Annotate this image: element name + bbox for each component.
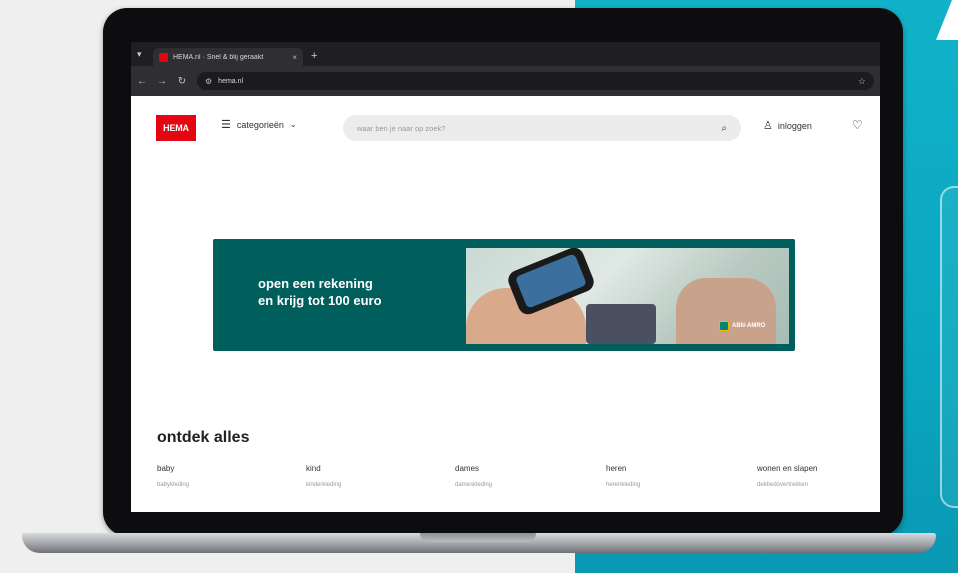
- category-column-wonen: wonen en slapen dekbedovertrekken: [757, 464, 818, 488]
- search-input[interactable]: waar ben je naar op zoek? ⌕: [343, 115, 741, 141]
- subcategory-link[interactable]: dameskleding: [455, 482, 492, 488]
- categories-label: categorieën: [236, 119, 284, 130]
- back-icon[interactable]: ←: [137, 76, 147, 87]
- address-bar: ← → ↻ ⚙ hema.nl ☆: [131, 66, 880, 96]
- hema-page: HEMA ☰ categorieën ⌄ waar ben je naar op…: [131, 96, 880, 512]
- photo-hand-right: [676, 278, 776, 344]
- banner-photo: ABN·AMRO: [466, 248, 789, 344]
- category-column-baby: baby babykleding: [157, 464, 189, 488]
- search-placeholder: waar ben je naar op zoek?: [357, 123, 446, 133]
- login-label: inloggen: [777, 120, 812, 131]
- decorative-card: [940, 186, 958, 508]
- tab-close-icon[interactable]: ×: [292, 53, 297, 62]
- browser-tab[interactable]: HEMA.nl · Snel & blij geraakt ×: [153, 48, 303, 66]
- category-link-heren[interactable]: heren: [606, 464, 640, 473]
- abn-amro-logo: ABN·AMRO: [719, 321, 765, 331]
- tab-title: HEMA.nl · Snel & blij geraakt: [173, 53, 264, 61]
- site-settings-icon[interactable]: ⚙: [205, 77, 212, 86]
- hema-logo[interactable]: HEMA: [156, 115, 196, 141]
- subcategory-link[interactable]: dekbedovertrekken: [757, 482, 818, 488]
- category-link-wonen-en-slapen[interactable]: wonen en slapen: [757, 464, 818, 473]
- categories-button[interactable]: ☰ categorieën ⌄: [221, 118, 297, 131]
- star-icon[interactable]: ☆: [858, 76, 866, 87]
- promo-banner[interactable]: open een rekening en krijg tot 100 euro …: [213, 239, 795, 351]
- user-icon: ♙: [763, 120, 773, 132]
- banner-line-2: en krijg tot 100 euro: [258, 293, 382, 308]
- site-header: HEMA ☰ categorieën ⌄ waar ben je naar op…: [131, 96, 880, 158]
- banner-text: open een rekening en krijg tot 100 euro: [258, 275, 382, 309]
- photo-payment-terminal: [586, 304, 656, 344]
- category-column-kind: kind kinderkleding: [306, 464, 341, 488]
- category-link-kind[interactable]: kind: [306, 464, 341, 473]
- url-text: hema.nl: [218, 77, 244, 85]
- photo-phone-screen: [514, 253, 588, 309]
- window-menu-icon[interactable]: ▾: [137, 50, 145, 59]
- search-icon[interactable]: ⌕: [721, 123, 727, 134]
- browser-tab-bar: ▾ HEMA.nl · Snel & blij geraakt × +: [131, 42, 880, 66]
- subcategory-link[interactable]: babykleding: [157, 482, 189, 488]
- ontdek-title: ontdek alles: [157, 429, 250, 446]
- subcategory-link[interactable]: kinderkleding: [306, 482, 341, 488]
- url-field[interactable]: ⚙ hema.nl ☆: [197, 72, 874, 90]
- category-column-dames: dames dameskleding: [455, 464, 492, 488]
- login-button[interactable]: ♙ inloggen: [763, 119, 812, 132]
- category-link-dames[interactable]: dames: [455, 464, 492, 473]
- category-link-baby[interactable]: baby: [157, 464, 189, 473]
- hema-favicon-icon: [159, 52, 168, 62]
- category-column-heren: heren herenkleding: [606, 464, 640, 488]
- new-tab-button[interactable]: +: [311, 50, 317, 62]
- abn-amro-label: ABN·AMRO: [732, 323, 766, 329]
- forward-icon[interactable]: →: [157, 76, 167, 87]
- heart-icon[interactable]: ♡: [852, 118, 863, 132]
- abn-amro-shield-icon: [719, 321, 729, 331]
- banner-line-1: open een rekening: [258, 276, 373, 291]
- subcategory-link[interactable]: herenkleding: [606, 482, 640, 488]
- reload-icon[interactable]: ↻: [177, 76, 187, 87]
- laptop-screen: ▾ HEMA.nl · Snel & blij geraakt × + ← → …: [131, 42, 880, 512]
- menu-icon: ☰: [221, 119, 231, 131]
- chevron-down-icon: ⌄: [289, 120, 297, 129]
- laptop-notch: [420, 533, 536, 542]
